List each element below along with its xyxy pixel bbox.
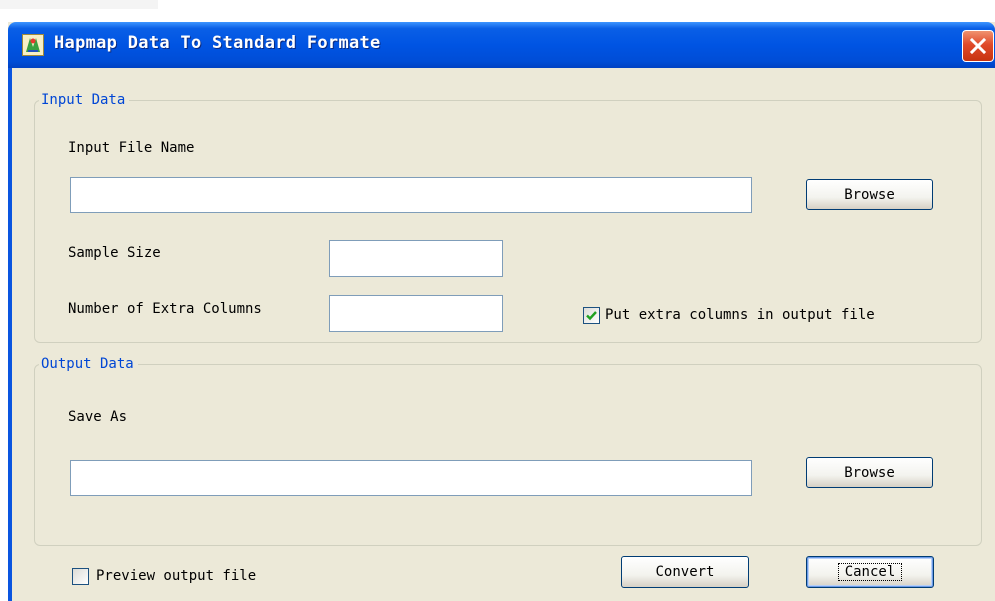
output-browse-button[interactable]: Browse: [806, 457, 933, 488]
close-button[interactable]: [962, 30, 994, 62]
window-title: Hapmap Data To Standard Formate: [54, 33, 381, 53]
title-bar[interactable]: Hapmap Data To Standard Formate: [8, 22, 995, 68]
save-as-field[interactable]: [70, 460, 752, 496]
sample-size-label: Sample Size: [68, 245, 161, 261]
cancel-button-label: Cancel: [837, 563, 903, 581]
input-browse-button[interactable]: Browse: [806, 179, 933, 210]
input-file-name-label: Input File Name: [68, 140, 195, 156]
window-frame-left: [8, 68, 12, 601]
sample-size-field[interactable]: [329, 240, 503, 277]
checkmark-icon: [586, 311, 597, 321]
extra-columns-label: Number of Extra Columns: [68, 301, 262, 317]
input-data-legend: Input Data: [39, 92, 130, 108]
dialog-window: Hapmap Data To Standard Formate Input Da…: [8, 22, 995, 601]
app-icon: [22, 34, 44, 56]
save-as-label: Save As: [68, 409, 128, 425]
close-x-icon: [969, 37, 987, 55]
input-file-name-field[interactable]: [70, 177, 752, 213]
extra-columns-field[interactable]: [329, 295, 503, 332]
output-data-legend: Output Data: [39, 356, 138, 372]
put-extra-columns-checkbox[interactable]: [583, 307, 600, 324]
put-extra-columns-label[interactable]: Put extra columns in output file: [605, 306, 875, 324]
background-corner: [0, 0, 158, 9]
convert-button[interactable]: Convert: [621, 556, 749, 588]
output-data-group: Output Data: [34, 356, 982, 546]
preview-output-label[interactable]: Preview output file: [96, 567, 256, 585]
preview-output-checkbox[interactable]: [72, 568, 89, 585]
cancel-button[interactable]: Cancel: [806, 556, 934, 588]
